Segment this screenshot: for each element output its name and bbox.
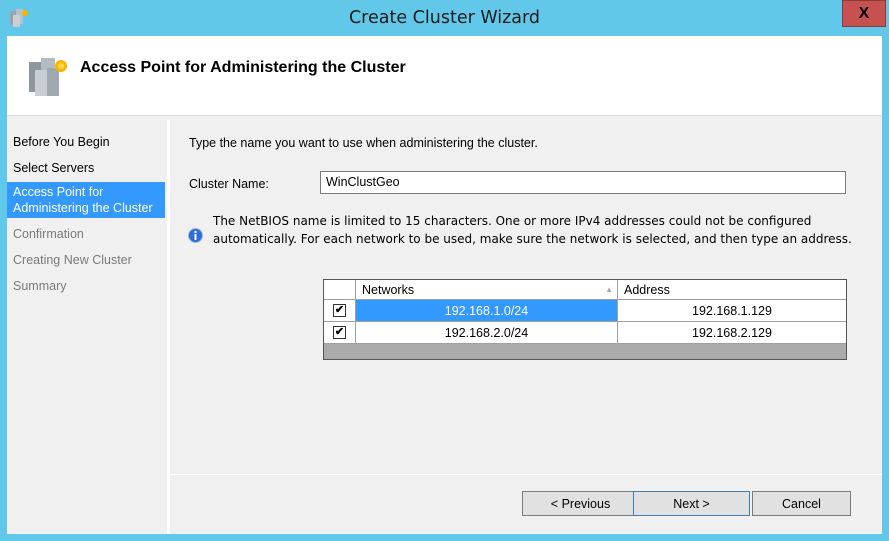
grid-header-address[interactable]: Address (618, 280, 846, 300)
title-bar: Create Cluster Wizard X (0, 0, 889, 36)
step-access-point[interactable]: Access Point for Administering the Clust… (7, 182, 165, 218)
table-row[interactable]: ✔ 192.168.1.0/24 192.168.1.129 (324, 300, 846, 322)
network-cell[interactable]: 192.168.1.0/24 (356, 300, 618, 322)
row-check-cell: ✔ (324, 322, 356, 344)
wizard-header: Access Point for Administering the Clust… (7, 36, 882, 116)
wizard-window: Access Point for Administering the Clust… (7, 36, 882, 534)
wizard-steps: Before You Begin Select Servers Access P… (7, 120, 167, 534)
grid-header-networks[interactable]: Networks ▲ (356, 280, 618, 300)
instruction-text: Type the name you want to use when admin… (189, 136, 538, 150)
info-message: The NetBIOS name is limited to 15 charac… (213, 214, 852, 246)
previous-button[interactable]: < Previous (522, 491, 639, 516)
next-button[interactable]: Next > (633, 491, 750, 516)
wizard-content: Type the name you want to use when admin… (170, 120, 882, 474)
address-cell[interactable]: 192.168.1.129 (618, 300, 846, 322)
networks-grid: Networks ▲ Address ✔ 192.168.1.0/24 192.… (323, 279, 847, 360)
window-title: Create Cluster Wizard (348, 8, 541, 28)
network-checkbox[interactable]: ✔ (333, 326, 346, 339)
step-creating-new-cluster: Creating New Cluster (13, 253, 132, 267)
grid-header-row: Networks ▲ Address (324, 280, 846, 300)
networks-column-label: Networks (362, 282, 415, 297)
cancel-button[interactable]: Cancel (752, 491, 851, 516)
cluster-name-label: Cluster Name: (189, 177, 269, 191)
footer-divider (170, 474, 882, 475)
network-cell[interactable]: 192.168.2.0/24 (356, 322, 618, 344)
close-button[interactable]: X (842, 0, 886, 27)
step-summary: Summary (13, 279, 67, 293)
info-icon (188, 228, 203, 243)
step-select-servers[interactable]: Select Servers (7, 160, 165, 176)
step-confirmation: Confirmation (13, 227, 84, 241)
grid-header-check (324, 280, 356, 300)
address-cell[interactable]: 192.168.2.129 (618, 322, 846, 344)
row-check-cell: ✔ (324, 300, 356, 322)
network-checkbox[interactable]: ✔ (333, 304, 346, 317)
cluster-name-input[interactable]: WinClustGeo (320, 171, 846, 194)
step-before-you-begin[interactable]: Before You Begin (7, 134, 165, 150)
address-column-label: Address (624, 282, 670, 297)
table-row[interactable]: ✔ 192.168.2.0/24 192.168.2.129 (324, 322, 846, 344)
cluster-servers-icon (29, 58, 67, 96)
close-icon: X (858, 4, 870, 22)
page-title: Access Point for Administering the Clust… (80, 59, 406, 76)
sort-ascending-icon: ▲ (605, 285, 613, 294)
